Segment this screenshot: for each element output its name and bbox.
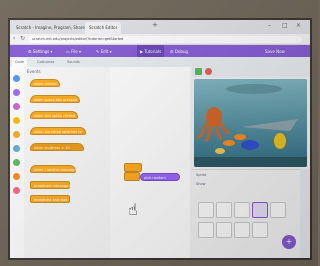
stage-header: [192, 67, 310, 77]
browser-tab-scratch-home[interactable]: Scratch - Imagine, Program, Share: [12, 22, 89, 34]
sprite-label: Sprite: [196, 173, 207, 177]
edit-label: Edit: [100, 49, 109, 54]
file-label: File: [71, 49, 78, 54]
settings-label: Settings: [32, 49, 50, 54]
underwater-scene: [194, 79, 307, 167]
address-bar[interactable]: scratch.mit.edu/projects/editor/?tutoria…: [28, 36, 302, 43]
palette-block[interactable]: when I receive message1: [30, 165, 79, 173]
sprite-thumbnail[interactable]: [252, 222, 268, 238]
close-icon[interactable]: ×: [296, 22, 301, 29]
category-sound[interactable]: [13, 103, 20, 110]
browser-tab-strip: Scratch - Imagine, Program, Share Scratc…: [10, 20, 310, 34]
tab-code[interactable]: Code: [12, 58, 27, 67]
palette-block[interactable]: when loudness > 10: [30, 143, 84, 151]
sprite-thumbnail[interactable]: [198, 222, 214, 238]
category-operators[interactable]: [13, 159, 20, 166]
category-events[interactable]: [13, 117, 20, 124]
browser-tab-label: Scratch - Imagine, Program, Share: [16, 25, 85, 30]
sprite-thumbnail-selected[interactable]: [252, 202, 268, 218]
choose-sprite-button[interactable]: +: [282, 235, 296, 249]
sprite-thumbnail[interactable]: [234, 202, 250, 218]
tutorials-label: Tutorials: [144, 49, 162, 54]
palette-block[interactable]: when space key pressed: [30, 95, 80, 103]
palette-block[interactable]: broadcast and wait: [30, 195, 70, 203]
block-palette: Events when clicked when space key press…: [24, 67, 111, 258]
scratch-editor: Code Costumes Sounds Events when clicked…: [10, 57, 310, 258]
category-looks[interactable]: [13, 89, 20, 96]
editor-tabs: Code Costumes Sounds: [10, 57, 310, 67]
sprite-thumbnail[interactable]: [234, 222, 250, 238]
category-my-blocks[interactable]: [13, 187, 20, 194]
tab-sounds[interactable]: Sounds: [64, 58, 83, 67]
palette-section-title: Events: [27, 69, 41, 74]
reload-icon[interactable]: ↻: [20, 35, 25, 42]
palette-block[interactable]: when this sprite clicked: [30, 111, 78, 119]
green-flag-icon[interactable]: [195, 68, 202, 75]
palette-block[interactable]: when clicked: [30, 79, 60, 87]
palette-block[interactable]: broadcast message1: [30, 181, 70, 189]
browser-toolbar: ‹ ↻ scratch.mit.edu/projects/editor/?tut…: [10, 34, 310, 45]
sprite-thumbnail[interactable]: [216, 222, 232, 238]
new-tab-button[interactable]: +: [152, 21, 158, 29]
shark-1: [226, 84, 282, 94]
category-control[interactable]: [13, 131, 20, 138]
stop-icon[interactable]: [205, 68, 212, 75]
hand-cursor-icon: ☝: [128, 200, 138, 219]
code-workspace[interactable]: pick random + −: [110, 67, 289, 258]
show-label: Show: [196, 182, 206, 186]
blue-fish: [241, 140, 259, 150]
sprite-thumbnail[interactable]: [216, 202, 232, 218]
address-bar-url: scratch.mit.edu/projects/editor/?tutoria…: [32, 37, 124, 41]
tab-costumes[interactable]: Costumes: [34, 58, 57, 67]
sprite-thumbnail[interactable]: [270, 202, 286, 218]
workspace-block[interactable]: [124, 172, 140, 181]
category-variables[interactable]: [13, 173, 20, 180]
laptop-screen: Scratch - Imagine, Program, Share Scratc…: [10, 20, 310, 258]
sprite-thumbnail[interactable]: [198, 202, 214, 218]
stage-selector[interactable]: [300, 169, 310, 258]
category-sensing[interactable]: [13, 145, 20, 152]
save-now-label: Save Now: [265, 49, 285, 54]
browser-tab-scratch-editor[interactable]: Scratch Editor: [85, 22, 122, 34]
workspace-block[interactable]: [124, 163, 142, 172]
stage-canvas[interactable]: [194, 79, 307, 167]
block-categories: [10, 67, 25, 258]
back-arrow-icon[interactable]: ‹: [13, 35, 15, 42]
pick-random-reporter[interactable]: pick random: [140, 173, 180, 181]
minimize-icon[interactable]: –: [268, 22, 271, 29]
yellow-fish: [274, 133, 286, 149]
category-motion[interactable]: [13, 75, 20, 82]
debug-label: Debug: [174, 49, 189, 54]
browser-tab-label: Scratch Editor: [89, 25, 118, 30]
maximize-icon[interactable]: □: [282, 22, 288, 29]
palette-block[interactable]: when backdrop switches to: [30, 127, 86, 135]
